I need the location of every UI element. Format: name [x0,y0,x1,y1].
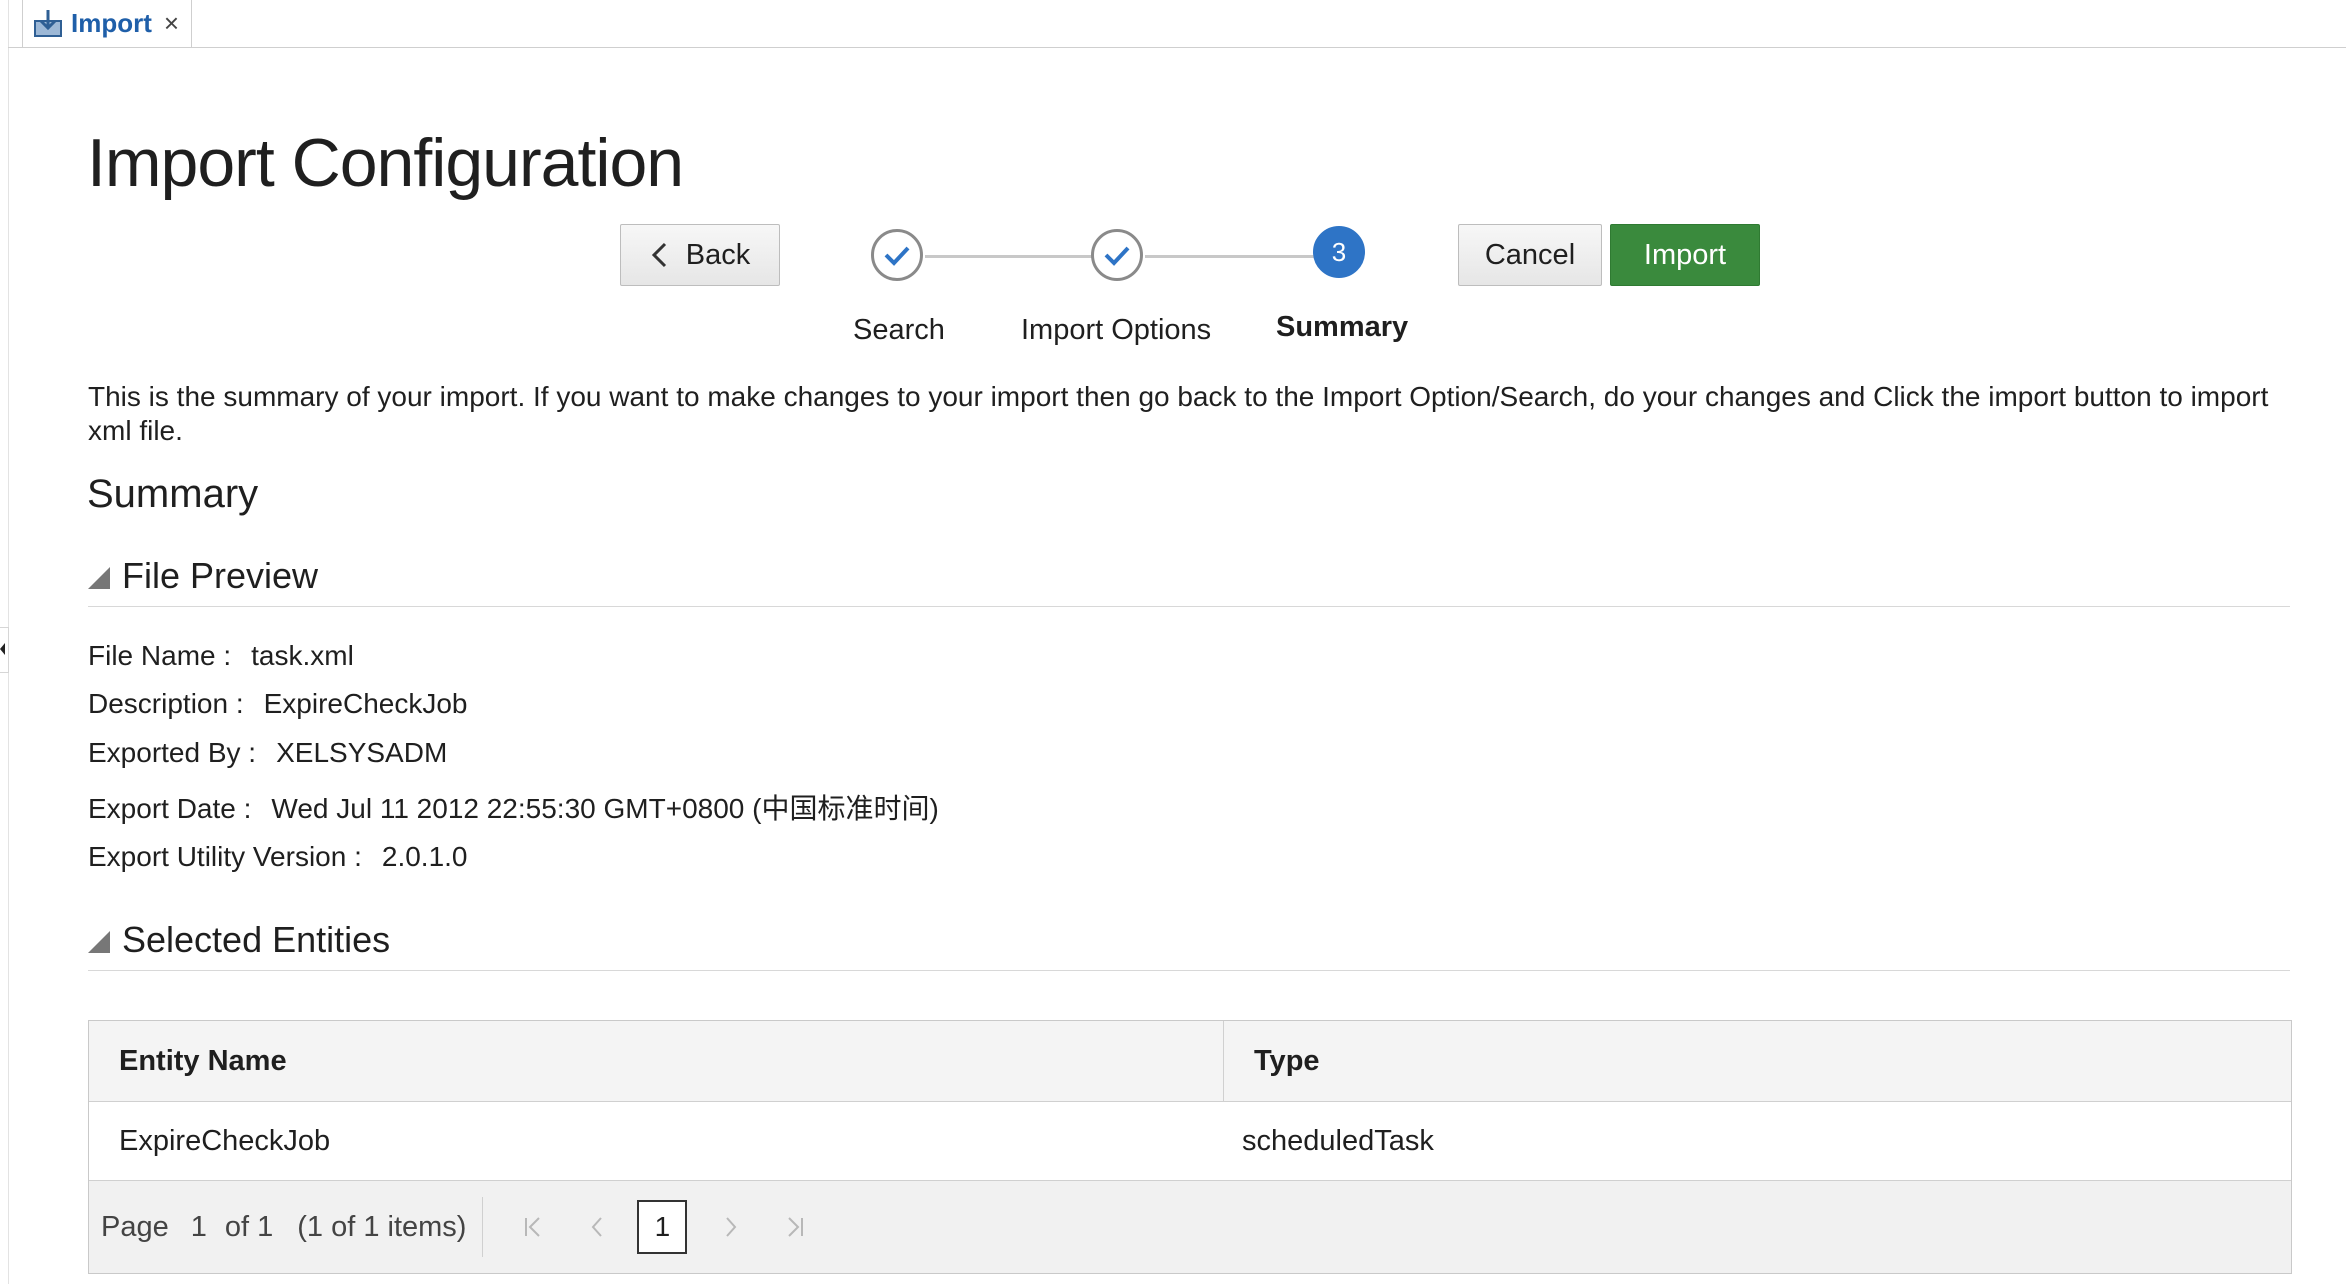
field-label: Export Date : [88,793,252,824]
train-stop-search[interactable] [871,229,923,281]
train-label-search: Search [853,314,945,346]
train-connector [1145,255,1315,258]
selected-entities-title: Selected Entities [122,919,391,960]
next-page-icon[interactable] [711,1207,751,1247]
back-button[interactable]: Back [620,224,780,286]
pager-divider [482,1197,484,1257]
field-value: XELSYSADM [276,737,448,768]
column-header-type[interactable]: Type [1224,1021,2291,1101]
cancel-button[interactable]: Cancel [1458,224,1602,286]
page-title: Import Configuration [87,125,684,201]
train-stop-summary[interactable]: 3 [1313,226,1365,278]
collapse-triangle-icon [88,931,110,953]
field-file-name: File Name : task.xml [88,640,354,672]
field-exported-by: Exported By : XELSYSADM [88,737,447,769]
pager-item-count: (1 of 1 items) [297,1210,467,1243]
field-label: Description : [88,688,244,719]
collapse-triangle-icon [88,567,110,589]
checkmark-icon [884,246,910,266]
import-button[interactable]: Import [1610,224,1760,286]
checkmark-icon [1104,246,1130,266]
pager-page-count: of 1 [224,1210,274,1243]
file-preview-header[interactable]: File Preview [88,546,2290,607]
chevron-left-icon [651,242,666,268]
cell-entity-name: ExpireCheckJob [119,1124,331,1157]
train-label-summary: Summary [1276,311,1409,343]
first-page-icon[interactable] [513,1207,553,1247]
intro-text: This is the summary of your import. If y… [88,381,2269,446]
collapse-handle[interactable] [0,627,9,673]
pager-page-number: 1 [190,1210,207,1243]
field-label: Export Utility Version : [88,841,362,872]
back-button-label: Back [685,238,751,271]
field-description: Description : ExpireCheckJob [88,688,468,720]
table-pager: Page 1 of 1 (1 of 1 items) 1 [89,1180,2291,1273]
table-row[interactable]: ExpireCheckJob scheduledTask [89,1102,2291,1180]
field-value: task.xml [251,640,354,671]
train-stop-import-options[interactable] [1091,229,1143,281]
file-preview-title: File Preview [122,555,319,596]
field-label: File Name : [88,640,232,671]
previous-page-icon[interactable] [577,1207,617,1247]
field-export-date: Export Date : Wed Jul 11 2012 22:55:30 GM… [88,787,939,827]
field-value: ExpireCheckJob [263,688,468,719]
close-icon[interactable]: × [164,8,179,39]
entities-table: Entity Name Type ExpireCheckJob schedule… [88,1020,2292,1274]
cell-type: scheduledTask [1242,1124,1434,1157]
table-header: Entity Name Type [89,1021,2291,1102]
left-panel-edge [0,0,9,1284]
train-connector [925,255,1095,258]
summary-heading: Summary [87,472,259,516]
field-export-utility-version: Export Utility Version : 2.0.1.0 [88,841,468,873]
last-page-icon[interactable] [775,1207,815,1247]
column-header-entity-name[interactable]: Entity Name [89,1021,1224,1101]
field-value: Wed Jul 11 2012 22:55:30 GMT+0800 (中国标准时… [271,793,939,824]
tab-import[interactable]: Import × [22,0,192,47]
tab-label: Import [71,8,152,38]
tab-bar: Import × [8,0,2346,48]
field-value: 2.0.1.0 [381,841,468,872]
selected-entities-header[interactable]: Selected Entities [88,910,2290,971]
pager-page-label: Page [101,1210,169,1243]
train-label-import-options: Import Options [1021,314,1212,346]
field-label: Exported By : [88,737,257,768]
import-tray-icon [34,9,62,37]
current-page-box[interactable]: 1 [637,1200,688,1254]
